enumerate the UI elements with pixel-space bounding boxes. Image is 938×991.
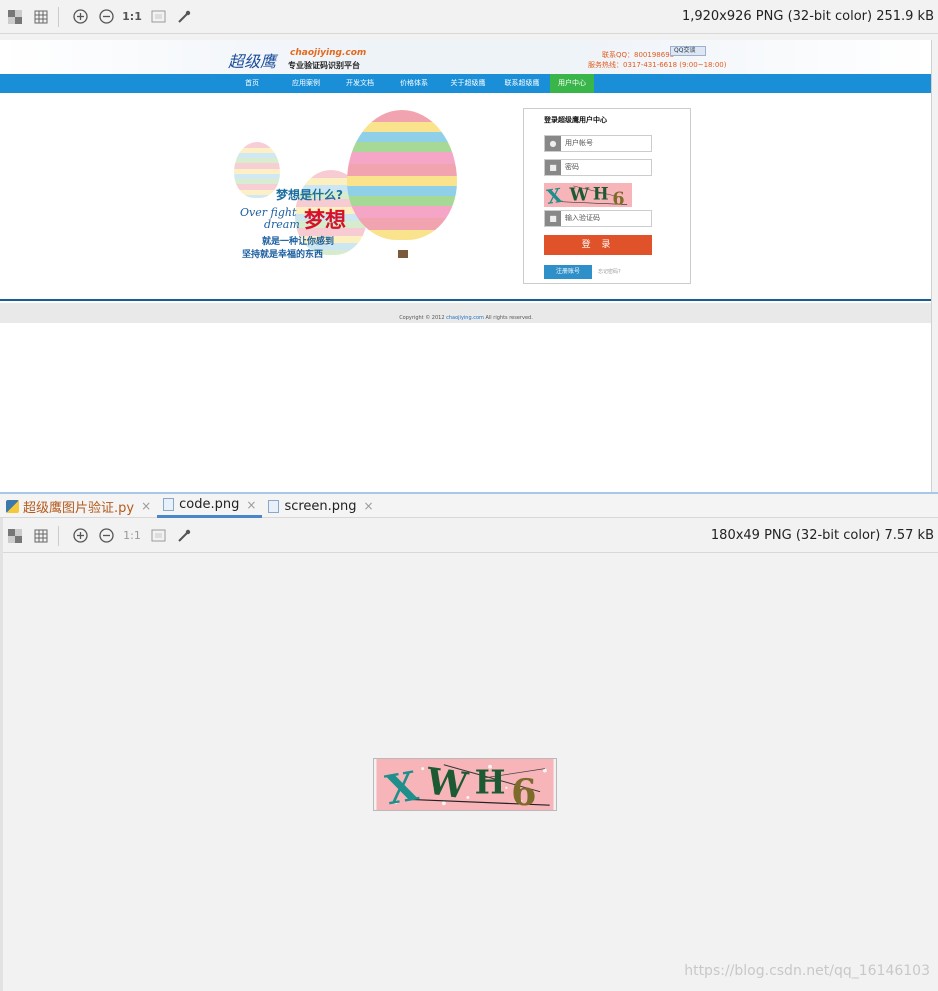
captcha-char: H <box>475 763 506 802</box>
slogan-dream: 梦想 <box>304 208 346 232</box>
tab-label: code.png <box>179 497 240 512</box>
forgot-password-link[interactable]: 忘记密码? <box>598 268 621 275</box>
footer-divider <box>0 299 931 301</box>
zoom-out-icon[interactable] <box>95 6 117 28</box>
logo-en: chaojiying.com <box>290 48 367 58</box>
large-balloon-image <box>347 110 457 240</box>
actual-size-button[interactable]: 1:1 <box>121 6 143 28</box>
close-icon[interactable]: × <box>141 499 151 513</box>
site-navbar: 首页 应用案例 开发文档 价格体系 关于超级鹰 联系超级鹰 用户中心 <box>0 74 931 93</box>
image-info: 1,920x926 PNG (32-bit color) 251.9 kB <box>681 9 934 24</box>
nav-cases[interactable]: 应用案例 <box>280 74 332 93</box>
python-file-icon <box>6 499 19 513</box>
watermark-text: https://blog.csdn.net/qq_16146103 <box>684 963 930 979</box>
zoom-in-icon[interactable] <box>69 6 91 28</box>
close-icon[interactable]: × <box>246 498 256 512</box>
nav-pricing[interactable]: 价格体系 <box>388 74 440 93</box>
fit-to-window-icon[interactable] <box>147 525 169 547</box>
color-picker-icon[interactable] <box>173 6 195 28</box>
captcha-char: W <box>568 185 589 206</box>
balloon-basket <box>398 250 408 258</box>
toolbar-separator <box>58 6 59 27</box>
website-screenshot: 超级鹰 chaojiying.com 专业验证码识别平台 联系QQ：800198… <box>0 40 932 492</box>
register-button[interactable]: 注册账号 <box>544 265 592 279</box>
transparency-grid-icon[interactable] <box>4 6 26 28</box>
close-icon[interactable]: × <box>364 499 374 513</box>
footer-domain-link[interactable]: chaojiying.com <box>446 315 484 321</box>
captcha-char: W <box>423 759 472 808</box>
code-png-preview: X W H 6 <box>373 758 557 811</box>
small-balloon-image <box>234 142 280 198</box>
tab-label: 超级鹰图片验证.py <box>23 500 135 516</box>
color-picker-icon[interactable] <box>173 525 195 547</box>
slogan-en-2: dream <box>264 218 300 231</box>
qq-chat-badge[interactable]: QQ交谈 <box>670 46 706 56</box>
footer-prefix: Copyright © 2012 <box>399 315 447 321</box>
image-file-icon <box>268 499 280 513</box>
transparency-grid-icon[interactable] <box>4 525 26 547</box>
toolbar-separator <box>58 525 59 546</box>
captcha-placeholder: 输入验证码 <box>565 214 600 222</box>
username-placeholder: 用户帐号 <box>565 139 593 147</box>
site-footer: Copyright © 2012 chaojiying.com All righ… <box>0 303 931 323</box>
login-title: 登录超级鹰用户中心 <box>544 116 607 124</box>
bottom-viewer-toolbar: 1:1 180x49 PNG (32-bit color) 7.57 kB <box>0 519 938 553</box>
pixel-grid-icon[interactable] <box>30 525 52 547</box>
captcha-char: 6 <box>511 771 536 811</box>
login-button[interactable]: 登 录 <box>544 235 652 255</box>
image-file-icon <box>163 498 175 511</box>
pixel-grid-icon[interactable] <box>30 6 52 28</box>
tab-code-png[interactable]: code.png × <box>157 494 263 518</box>
login-panel: 登录超级鹰用户中心 ● 用户帐号 ■ 密码 X W H 6 ■ 输入验证码 登 … <box>523 108 691 284</box>
nav-user-center[interactable]: 用户中心 <box>550 74 594 93</box>
user-icon: ● <box>545 136 561 151</box>
username-field[interactable]: ● 用户帐号 <box>544 135 652 152</box>
tab-label: screen.png <box>284 498 357 514</box>
site-header: 超级鹰 chaojiying.com 专业验证码识别平台 联系QQ：800198… <box>0 40 931 74</box>
lock-icon: ■ <box>545 160 561 175</box>
logo-tagline: 专业验证码识别平台 <box>288 61 360 70</box>
left-gutter <box>0 518 3 991</box>
footer-suffix: All rights reserved. <box>483 315 533 321</box>
nav-contact[interactable]: 联系超级鹰 <box>496 74 548 93</box>
captcha-field[interactable]: ■ 输入验证码 <box>544 210 652 227</box>
password-placeholder: 密码 <box>565 163 579 171</box>
contact-phone: 服务热线：0317-431-6618 (9:00~18:00) <box>588 61 727 69</box>
slogan-question: 梦想是什么? <box>276 188 343 202</box>
tab-screen-png[interactable]: screen.png × <box>262 494 379 518</box>
nav-home[interactable]: 首页 <box>226 74 278 93</box>
image-info: 180x49 PNG (32-bit color) 7.57 kB <box>710 528 934 543</box>
nav-docs[interactable]: 开发文档 <box>334 74 386 93</box>
login-captcha-image[interactable]: X W H 6 <box>544 183 632 207</box>
hero-banner: 梦想是什么? Over fight dream 梦想 就是一种让你感到 坚持就是… <box>230 110 470 280</box>
editor-tab-bar: 超级鹰图片验证.py × code.png × screen.png × <box>0 494 938 518</box>
captcha-char: H <box>593 184 609 204</box>
zoom-in-icon[interactable] <box>69 525 91 547</box>
actual-size-button[interactable]: 1:1 <box>121 525 143 547</box>
top-viewer-toolbar: 1:1 1,920x926 PNG (32-bit color) 251.9 k… <box>0 0 938 34</box>
tab-script-py[interactable]: 超级鹰图片验证.py × <box>0 494 157 518</box>
zoom-out-icon[interactable] <box>95 525 117 547</box>
lock-icon: ■ <box>545 211 561 226</box>
captcha-char: 6 <box>612 189 624 207</box>
nav-about[interactable]: 关于超级鹰 <box>442 74 494 93</box>
slogan-line-3: 就是一种让你感到 <box>262 237 335 247</box>
password-field[interactable]: ■ 密码 <box>544 159 652 176</box>
logo-cn: 超级鹰 <box>228 52 277 71</box>
fit-to-window-icon[interactable] <box>147 6 169 28</box>
slogan-line-4: 坚持就是幸福的东西 <box>242 250 324 260</box>
editor-panel: 超级鹰图片验证.py × code.png × screen.png × 1:1 <box>0 492 938 991</box>
